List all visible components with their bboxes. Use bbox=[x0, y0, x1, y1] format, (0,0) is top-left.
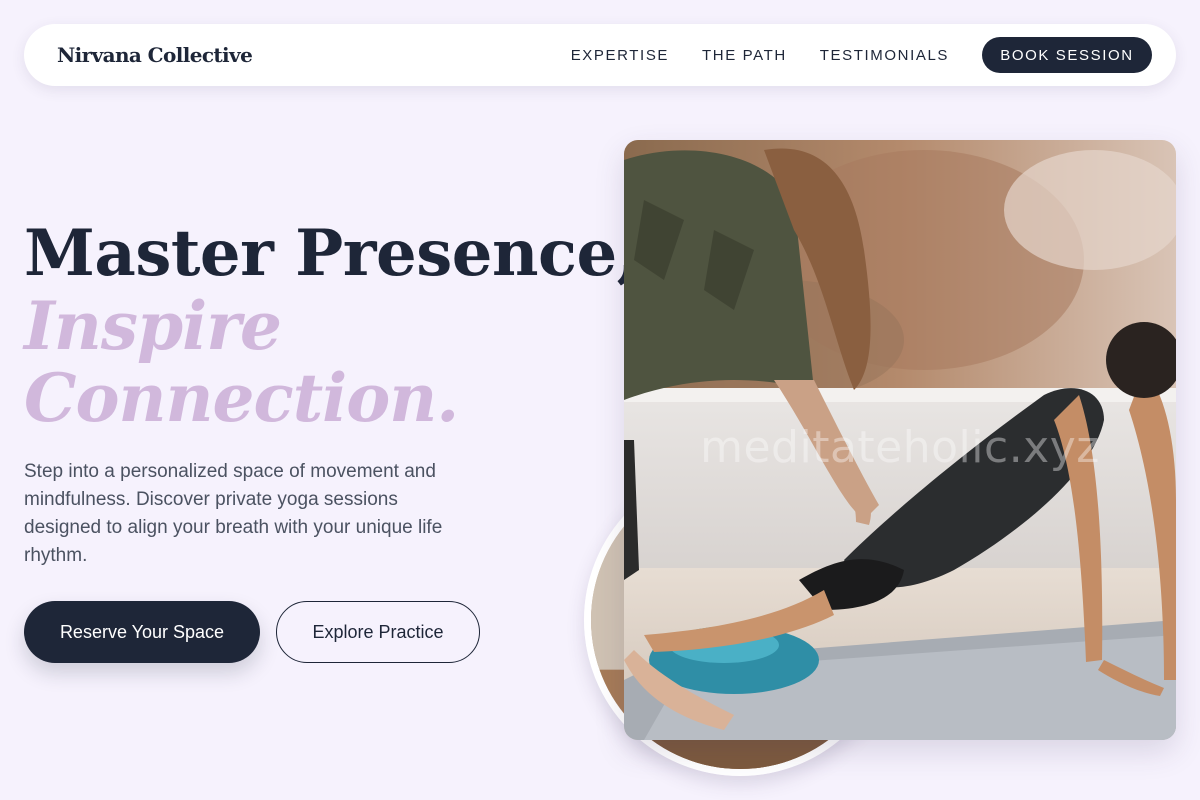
nav-link-testimonials[interactable]: TESTIMONIALS bbox=[820, 47, 949, 64]
top-navbar: Nirvana Collective EXPERTISE THE PATH TE… bbox=[24, 24, 1176, 86]
hero-title: Master Presence, Inspire Connection. bbox=[24, 216, 639, 437]
hero-title-line-3: Connection. bbox=[24, 359, 459, 437]
book-session-button[interactable]: BOOK SESSION bbox=[982, 37, 1152, 73]
nav-link-expertise[interactable]: EXPERTISE bbox=[571, 47, 669, 64]
brand-logo[interactable]: Nirvana Collective bbox=[57, 43, 253, 67]
hero-yoga-photo: meditateholic.xyz bbox=[624, 140, 1176, 740]
explore-practice-button[interactable]: Explore Practice bbox=[276, 601, 480, 663]
nav-link-the-path[interactable]: THE PATH bbox=[702, 47, 787, 64]
hero-description: Step into a personalized space of moveme… bbox=[24, 461, 443, 566]
hero-title-line-2: Inspire bbox=[24, 287, 282, 365]
reserve-space-button[interactable]: Reserve Your Space bbox=[24, 601, 260, 663]
hero-title-line-1: Master Presence, bbox=[24, 216, 639, 291]
nav-links: EXPERTISE THE PATH TESTIMONIALS BOOK SES… bbox=[571, 37, 1152, 73]
photo-watermark: meditateholic.xyz bbox=[700, 422, 1100, 473]
